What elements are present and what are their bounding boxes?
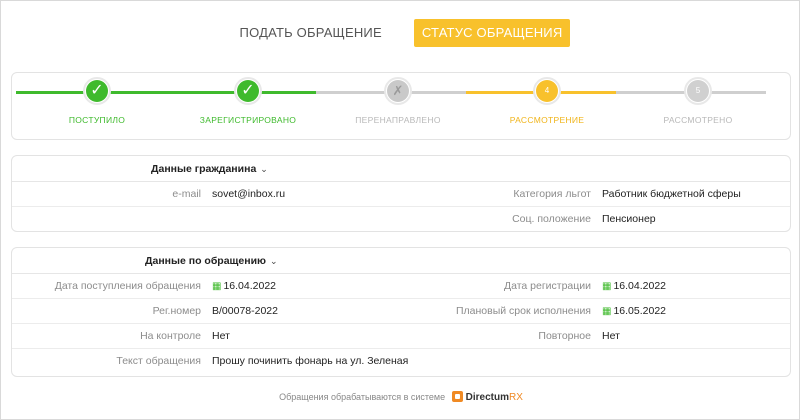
deadline-value: 16.05.2022 [613,305,667,317]
step-label: РАССМОТРЕНО [663,115,733,125]
registered-value: 16.04.2022 [613,280,667,292]
status-progress: ✓ ПОСТУПИЛО ✓ ЗАРЕГИСТРИРОВАНО ✗ ПЕРЕНАП… [11,72,791,140]
calendar-icon: ▦ [602,281,612,292]
social-label: Соц. положение [512,213,591,225]
chevron-down-icon: ⌄ [260,164,268,174]
appeal-row-control: На контроле Нет Повторное Нет [12,324,790,349]
step-label: РАССМОТРЕНИЕ [509,115,585,125]
appeal-row-regnum: Рег.номер В/00078-2022 Плановый срок исп… [12,299,790,324]
citizen-section-toggle[interactable]: Данные гражданина ⌄ [12,156,790,182]
benefit-value: Работник бюджетной сферы [602,188,741,200]
text-label: Текст обращения [116,355,201,367]
step-label: ПЕРЕНАПРАВЛЕНО [355,115,441,125]
step-label: ЗАРЕГИСТРИРОВАНО [199,115,297,125]
citizen-row-1: e-mail sovet@inbox.ru Категория льгот Ра… [12,182,790,207]
step-redirected: ✗ ПЕРЕНАПРАВЛЕНО [323,77,473,125]
tab-appeal-status[interactable]: СТАТУС ОБРАЩЕНИЯ [413,19,571,47]
regnum-value: В/00078-2022 [212,305,278,317]
check-icon: ✓ [86,80,108,102]
section-title: Данные гражданина [151,163,257,175]
check-icon: ✓ [237,80,259,102]
citizen-row-2: Соц. положение Пенсионер [12,207,790,232]
benefit-label: Категория льгот [513,188,591,200]
appeal-row-text: Текст обращения Прошу починить фонарь на… [12,349,790,374]
control-value: Нет [212,330,230,342]
step-number: 5 [687,80,709,102]
footer-text: Обращения обрабатываются в системе [279,392,446,402]
registered-label: Дата регистрации [503,280,591,292]
received-value: 16.04.2022 [223,280,277,292]
step-under-review: 4 РАССМОТРЕНИЕ [472,77,622,125]
deadline-label: Плановый срок исполнения [455,305,591,317]
citizen-data-card: Данные гражданина ⌄ e-mail sovet@inbox.ru… [11,155,791,232]
chevron-down-icon: ⌄ [270,256,278,266]
regnum-label: Рег.номер [152,305,201,317]
directum-logo-icon [451,391,463,402]
repeat-label: Повторное [538,330,591,342]
step-number: 4 [536,80,558,102]
email-label: e-mail [172,188,201,200]
appeal-row-dates: Дата поступления обращения ▦ 16.04.2022 Д… [12,274,790,299]
email-value: sovet@inbox.ru [212,188,286,200]
cross-icon: ✗ [387,80,409,102]
brand-name[interactable]: DirectumRX [466,392,523,403]
step-registered: ✓ ЗАРЕГИСТРИРОВАНО [173,77,323,125]
step-label: ПОСТУПИЛО [68,115,126,125]
calendar-icon: ▦ [602,306,612,317]
appeal-section-toggle[interactable]: Данные по обращению ⌄ [12,248,790,274]
step-received: ✓ ПОСТУПИЛО [22,77,172,125]
step-reviewed: 5 РАССМОТРЕНО [623,77,773,125]
tab-bar: ПОДАТЬ ОБРАЩЕНИЕ СТАТУС ОБРАЩЕНИЯ [1,19,800,47]
text-value: Прошу починить фонарь на ул. Зеленая [212,355,409,367]
received-label: Дата поступления обращения [54,280,201,292]
footer: Обращения обрабатываются в системе Direc… [1,391,800,403]
section-title: Данные по обращению [145,255,267,267]
repeat-value: Нет [602,330,620,342]
calendar-icon: ▦ [212,281,222,292]
control-label: На контроле [140,330,201,342]
social-value: Пенсионер [602,213,656,225]
appeal-data-card: Данные по обращению ⌄ Дата поступления об… [11,247,791,377]
tab-submit-appeal[interactable]: ПОДАТЬ ОБРАЩЕНИЕ [232,19,390,47]
